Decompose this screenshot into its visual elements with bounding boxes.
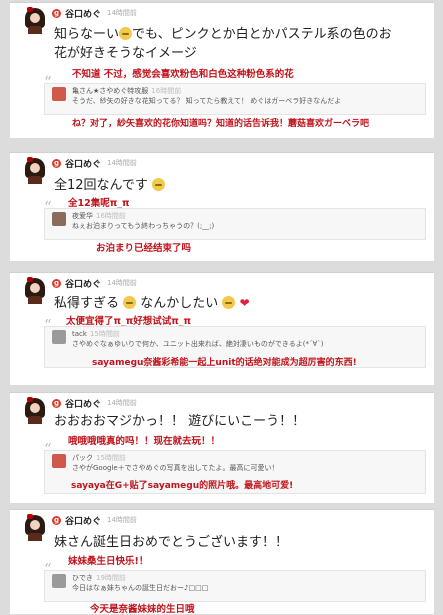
- post-card: g 谷口めぐ 14時間前 私得すぎる なんかしたい ❤ 太便宜得了π_π好想试试…: [10, 272, 434, 385]
- sad-face-emoji: [152, 178, 166, 191]
- translation: 全12集呢π_π: [68, 198, 130, 209]
- post-card: g 谷口めぐ 14時間前 妹さん誕生日おめでとうございます！！ 妹妹桑生日快乐!…: [10, 509, 434, 615]
- post-card: g 谷口めぐ 14時間前 全12回なんです 全12集呢π_π “ 夜爱华 16時間…: [10, 152, 434, 261]
- reply-comment: “ 夜爱华 16時間前 ねぇお泊まりってもう終わっちゃうの？(;__;): [44, 198, 426, 240]
- reply-avatar[interactable]: [52, 574, 66, 588]
- translation: 哦哦哦哦真的吗！！现在就去玩！！: [68, 436, 221, 447]
- author-name[interactable]: 谷口めぐ: [65, 7, 101, 20]
- author-name[interactable]: 谷口めぐ: [65, 277, 101, 290]
- avatar[interactable]: [24, 7, 46, 34]
- post-text: 全12回なんです: [54, 177, 166, 194]
- post-time[interactable]: 14時間前: [107, 278, 137, 288]
- author-name[interactable]: 谷口めぐ: [65, 157, 101, 170]
- reply-author[interactable]: ひでき: [72, 574, 93, 582]
- reply-text: そうだ、紗矢の好きな花知ってる？ 知ってたら教えて！ めぐはガーベラ好きなんだよ: [72, 97, 342, 105]
- avatar[interactable]: [24, 397, 46, 424]
- reply-text: 今日はなぁ妹ちゃんの誕生日だおー♪□□□: [72, 584, 209, 592]
- reply-time: 16時間前: [96, 212, 126, 220]
- post-text: おおおおマジかっ！！ 遊びにいこーう！！: [54, 414, 306, 429]
- post-header: g 谷口めぐ 14時間前: [52, 396, 137, 410]
- reply-text: さやめぐなぁゆいりで何か、ユニット出来れば、絶対凄いものができるよ(*´∀`): [72, 340, 324, 348]
- avatar[interactable]: [24, 157, 46, 184]
- quote-icon: “: [44, 73, 52, 91]
- google-plus-icon: g: [52, 515, 61, 525]
- reply-time: 15時間前: [89, 330, 120, 338]
- reply-translation: お泊まり已经结束了吗: [96, 243, 192, 254]
- reply-author[interactable]: 夜爱华: [72, 212, 93, 220]
- reply-text: ねぇお泊まりってもう終わっちゃうの？(;__;): [72, 222, 215, 230]
- reply-avatar[interactable]: [52, 454, 66, 468]
- google-plus-icon: g: [52, 278, 61, 288]
- reply-comment: “ 亀さん★さやめぐ特攻服 16時間前 そうだ、紗矢の好きな花知ってる？ 知ってた…: [44, 73, 426, 115]
- reply-text-line2: ね？对了，紗矢喜欢的花你知道吗？知道的话告诉我！蘑菇喜欢ガーベラ吧: [72, 119, 370, 129]
- reply-text: さやがGoogle＋でさやめぐの写真を出してたよ。最高に可愛い！: [72, 464, 279, 472]
- translation: 不知道 不过，感觉会喜欢粉色和白色这种粉色系的花: [72, 69, 294, 80]
- post-text: 知らなーい でも、ピンクとか白とかパステル系の色のお: [54, 27, 392, 42]
- google-plus-icon: g: [52, 158, 61, 168]
- post-time[interactable]: 14時間前: [107, 158, 137, 168]
- post-text: 妹さん誕生日おめでとうございます！！: [54, 535, 289, 550]
- post-card: g 谷口めぐ 14時間前 知らなーい でも、ピンクとか白とかパステル系の色のお 花…: [10, 2, 434, 138]
- reply-translation: sayamegu奈酱彩希能一起上unit的话绝对能成为超厉害的东西!: [92, 358, 357, 368]
- avatar[interactable]: [24, 514, 46, 541]
- reply-time: 19時間前: [96, 574, 126, 582]
- post-header: g 谷口めぐ 14時間前: [52, 156, 137, 170]
- google-plus-icon: g: [52, 8, 61, 18]
- reply-author[interactable]: パック: [72, 454, 93, 462]
- quote-icon: “: [44, 198, 52, 216]
- post-time[interactable]: 14時間前: [107, 8, 137, 18]
- google-plus-icon: g: [52, 398, 61, 408]
- quote-icon: “: [44, 316, 52, 334]
- post-header: g 谷口めぐ 14時間前: [52, 6, 137, 20]
- translation: 妹妹桑生日快乐!！: [68, 556, 149, 567]
- sad-face-emoji: [119, 27, 133, 40]
- quote-icon: “: [44, 560, 52, 578]
- reply-comment: “ ひでき 19時間前 今日はなぁ妹ちゃんの誕生日だおー♪□□□: [44, 560, 426, 602]
- reply-avatar[interactable]: [52, 87, 66, 101]
- post-card: g 谷口めぐ 14時間前 おおおおマジかっ！！ 遊びにいこーう！！ 哦哦哦哦真的…: [10, 392, 434, 503]
- sad-face-emoji: [222, 296, 236, 309]
- quote-icon: “: [44, 440, 52, 458]
- post-text-line2: 花が好きそうなイメージ: [54, 46, 197, 61]
- reply-time: 16時間前: [151, 87, 182, 95]
- reply-time: 15時間前: [96, 454, 126, 462]
- translation: 太便宜得了π_π好想试试π_π: [66, 316, 192, 327]
- post-text: 私得すぎる なんかしたい ❤: [54, 296, 250, 311]
- reply-translation: sayaya在G+贴了sayamegu的照片哦。最高地可爱!: [71, 481, 294, 491]
- avatar[interactable]: [24, 277, 46, 304]
- heart-icon: ❤: [239, 296, 250, 310]
- reply-avatar[interactable]: [52, 212, 66, 226]
- sad-face-emoji: [123, 296, 137, 309]
- post-header: g 谷口めぐ 14時間前: [52, 276, 137, 290]
- post-time[interactable]: 14時間前: [107, 398, 137, 408]
- reply-author[interactable]: tack: [72, 330, 87, 338]
- author-name[interactable]: 谷口めぐ: [65, 397, 101, 410]
- author-name[interactable]: 谷口めぐ: [65, 514, 101, 527]
- post-header: g 谷口めぐ 14時間前: [52, 513, 137, 527]
- reply-avatar[interactable]: [52, 330, 66, 344]
- post-time[interactable]: 14時間前: [107, 515, 137, 525]
- reply-author[interactable]: 亀さん★さやめぐ特攻服: [72, 87, 148, 95]
